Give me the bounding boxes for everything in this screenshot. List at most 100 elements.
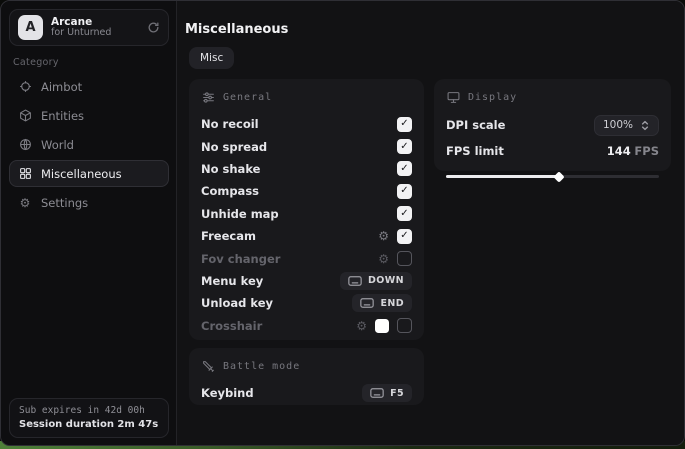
keyboard-icon xyxy=(348,276,362,286)
row-label: Compass xyxy=(201,184,397,198)
no-recoil-checkbox[interactable]: ✓ xyxy=(397,117,412,132)
sidebar-item-label: Entities xyxy=(41,109,84,123)
stepper-icon xyxy=(640,120,650,131)
tab-row: Misc xyxy=(189,47,234,69)
checkmark-icon: ✓ xyxy=(400,186,408,196)
dpi-scale-value: 100% xyxy=(603,119,633,131)
fps-number: 144 xyxy=(607,144,631,158)
freecam-checkbox[interactable]: ✓ xyxy=(397,229,412,244)
brand-card: A Arcane for Unturned xyxy=(9,9,169,46)
menu-key-keybind-button[interactable]: DOWN xyxy=(340,272,412,290)
crosshair-config-gear-icon[interactable]: ⚙ xyxy=(356,320,367,332)
row-label: Crosshair xyxy=(201,319,356,333)
no-spread-checkbox[interactable]: ✓ xyxy=(397,139,412,154)
sidebar-item-aimbot[interactable]: Aimbot xyxy=(9,73,169,100)
panel-title: Display xyxy=(468,92,517,103)
checkmark-icon: ✓ xyxy=(400,142,408,152)
row-freecam: Freecam ⚙ ✓ xyxy=(201,225,412,247)
battle-keybind-button[interactable]: F5 xyxy=(362,384,412,402)
row-compass: Compass ✓ xyxy=(201,180,412,202)
row-crosshair: Crosshair ⚙ ✓ xyxy=(201,315,412,337)
row-label: No spread xyxy=(201,140,397,154)
panel-title: General xyxy=(223,92,272,103)
gear-icon: ⚙ xyxy=(18,196,32,210)
keybind-value: F5 xyxy=(390,388,404,399)
fov-changer-config-gear-icon[interactable]: ⚙ xyxy=(378,253,389,265)
row-label: Unhide map xyxy=(201,207,397,221)
app-window: A Arcane for Unturned Category Aimbot xyxy=(0,0,685,446)
fps-limit-row: FPS limit 144 FPS xyxy=(446,139,659,163)
crosshair-color-swatch[interactable] xyxy=(375,319,389,333)
row-no-spread: No spread ✓ xyxy=(201,135,412,157)
sidebar-item-label: Miscellaneous xyxy=(41,167,122,181)
sidebar-nav: Aimbot Entities World xyxy=(9,73,169,216)
main-content: Miscellaneous Misc General No recoil ✓ xyxy=(178,1,684,445)
row-fov-changer: Fov changer ⚙ ✓ xyxy=(201,247,412,269)
slider-thumb[interactable] xyxy=(553,171,564,182)
sidebar-item-entities[interactable]: Entities xyxy=(9,102,169,129)
row-label: Menu key xyxy=(201,274,340,288)
row-unload-key: Unload key END xyxy=(201,292,412,314)
row-label: No shake xyxy=(201,162,397,176)
unload-key-keybind-button[interactable]: END xyxy=(352,294,412,312)
row-no-shake: No shake ✓ xyxy=(201,158,412,180)
category-label: Category xyxy=(13,57,59,68)
panel-general-header: General xyxy=(201,90,412,104)
panel-display-header: Display xyxy=(446,90,659,104)
row-label: Unload key xyxy=(201,296,352,310)
sidebar-item-settings[interactable]: ⚙ Settings xyxy=(9,189,169,216)
monitor-icon xyxy=(446,90,460,104)
sync-icon[interactable] xyxy=(147,21,160,34)
crosshair-checkbox[interactable]: ✓ xyxy=(397,318,412,333)
sidebar-item-label: World xyxy=(41,138,74,152)
row-menu-key: Menu key DOWN xyxy=(201,270,412,292)
row-no-recoil: No recoil ✓ xyxy=(201,113,412,135)
sidebar: A Arcane for Unturned Category Aimbot xyxy=(1,1,177,445)
fps-limit-value: 144 FPS xyxy=(607,144,659,158)
dpi-scale-row: DPI scale 100% xyxy=(446,113,659,137)
panel-general: General No recoil ✓ No spread ✓ No shake… xyxy=(189,79,424,340)
sword-icon xyxy=(201,359,215,373)
keyboard-icon xyxy=(370,388,384,398)
fov-changer-checkbox[interactable]: ✓ xyxy=(397,251,412,266)
slider-track xyxy=(446,175,659,178)
subscription-status-card: Sub expires in 42d 00h Session duration … xyxy=(9,398,169,438)
entities-cube-icon xyxy=(18,109,32,123)
freecam-config-gear-icon[interactable]: ⚙ xyxy=(378,230,389,242)
keybind-value: END xyxy=(380,298,404,309)
general-rows: No recoil ✓ No spread ✓ No shake ✓ Compa… xyxy=(201,113,412,337)
row-keybind: Keybind F5 xyxy=(201,382,412,404)
panel-display: Display DPI scale 100% FPS limit 144 FPS xyxy=(434,79,671,171)
checkmark-icon: ✓ xyxy=(400,231,408,241)
brand-text: Arcane for Unturned xyxy=(51,16,139,39)
panel-battle-mode: Battle mode Keybind F5 xyxy=(189,348,424,405)
page-title: Miscellaneous xyxy=(185,22,288,37)
dpi-scale-label: DPI scale xyxy=(446,118,594,132)
sidebar-item-miscellaneous[interactable]: Miscellaneous xyxy=(9,160,169,187)
panel-battle-header: Battle mode xyxy=(201,359,412,373)
fps-limit-slider[interactable] xyxy=(446,172,659,181)
crosshair-icon xyxy=(18,80,32,94)
dpi-scale-select[interactable]: 100% xyxy=(594,115,659,136)
tab-misc[interactable]: Misc xyxy=(189,47,234,69)
unhide-map-checkbox[interactable]: ✓ xyxy=(397,206,412,221)
checkmark-icon: ✓ xyxy=(400,209,408,219)
row-label: Keybind xyxy=(201,386,362,400)
row-label: Freecam xyxy=(201,229,378,243)
brand-subtitle: for Unturned xyxy=(51,28,139,39)
compass-checkbox[interactable]: ✓ xyxy=(397,184,412,199)
sidebar-item-label: Aimbot xyxy=(41,80,82,94)
session-duration-text: Session duration 2m 47s xyxy=(19,419,159,430)
row-label: Fov changer xyxy=(201,252,378,266)
globe-icon xyxy=(18,138,32,152)
row-unhide-map: Unhide map ✓ xyxy=(201,203,412,225)
grid-icon xyxy=(18,167,32,181)
sliders-icon xyxy=(201,90,215,104)
no-shake-checkbox[interactable]: ✓ xyxy=(397,161,412,176)
slider-fill xyxy=(446,175,559,178)
battle-rows: Keybind F5 xyxy=(201,382,412,404)
sidebar-item-world[interactable]: World xyxy=(9,131,169,158)
row-label: No recoil xyxy=(201,117,397,131)
keyboard-icon xyxy=(360,298,374,308)
fps-unit: FPS xyxy=(634,144,659,158)
